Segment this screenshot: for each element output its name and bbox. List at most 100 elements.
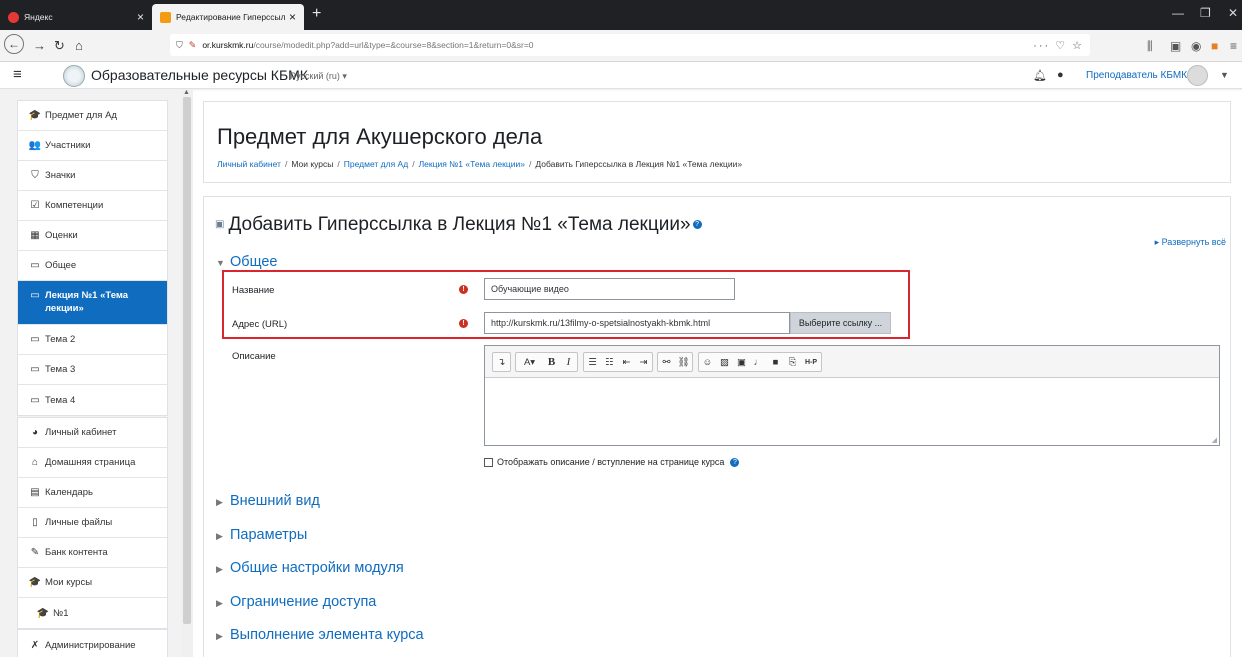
show-description-label: Отображать описание / вступление на стра…: [497, 457, 725, 467]
sidebar-item-topic-4[interactable]: ▭ Тема 4: [18, 385, 167, 415]
bold-icon[interactable]: B: [543, 353, 560, 371]
extension-icon[interactable]: ◉: [1191, 39, 1201, 53]
sidebar-scrollbar-thumb[interactable]: [183, 97, 191, 624]
scroll-up-arrow-icon[interactable]: ▲: [183, 89, 190, 96]
sidebar-item-participants[interactable]: 👥 Участники: [18, 131, 167, 161]
outdent-icon[interactable]: ⇤: [618, 353, 635, 371]
sidebar-item-topic-3[interactable]: ▭ Тема 3: [18, 355, 167, 385]
minimize-icon[interactable]: —: [1172, 6, 1184, 20]
restore-icon[interactable]: ❐: [1200, 6, 1211, 20]
description-editor[interactable]: ↴ A▾ B I ☰ ☷ ⇤ ⇥ ⚯ ⛓ ☺ ▨ ▣ ♩ ■ ⎘ H-P ◢: [484, 345, 1220, 446]
section-restrict-access-header[interactable]: ▶ Ограничение доступа: [216, 594, 376, 610]
sidebar-item-label: Мои курсы: [45, 577, 93, 588]
page-actions-icon[interactable]: ··· ♡ ☆: [1033, 39, 1084, 52]
sidebar-item-administration[interactable]: ✗ Администрирование: [18, 630, 167, 657]
library-icon[interactable]: ⫼: [1147, 39, 1153, 54]
section-title: Ограничение доступа: [230, 594, 377, 610]
ordered-list-icon[interactable]: ☷: [601, 353, 618, 371]
sidebar-item-label: Участники: [45, 140, 91, 151]
italic-icon[interactable]: I: [560, 353, 577, 371]
sidebar-toggle-icon[interactable]: ▣: [1170, 39, 1181, 53]
reload-icon[interactable]: ↻: [54, 38, 65, 54]
admin-nav-group: ✗ Администрирование: [17, 629, 168, 657]
sidebar-item-badges[interactable]: ⛉ Значки: [18, 161, 167, 191]
section-parameters-header[interactable]: ▶ Параметры: [216, 527, 307, 543]
emoticon-icon[interactable]: ☺: [699, 353, 716, 371]
section-appearance-header[interactable]: ▶ Внешний вид: [216, 493, 320, 509]
sidebar-item-label: Тема 3: [45, 364, 76, 375]
section-general-header[interactable]: ▼ Общее: [216, 254, 277, 270]
sidebar-item-label: Предмет для Ад: [45, 110, 117, 121]
address-bar[interactable]: ⛉ ✎ or.kurskmk.ru /course/modedit.php?ad…: [170, 34, 1090, 56]
sidebar-item-course-1[interactable]: 🎓 №1: [18, 598, 167, 628]
sidebar-item-home[interactable]: ⌂ Домашняя страница: [18, 448, 167, 478]
site-logo[interactable]: [63, 65, 85, 87]
sidebar-item-dashboard[interactable]: ◕ Личный кабинет: [18, 418, 167, 448]
notification-bell-icon[interactable]: 🔔︎: [1033, 69, 1047, 82]
browser-tab-yandex[interactable]: Яндекс ×: [0, 4, 152, 30]
section-common-settings-header[interactable]: ▶ Общие настройки модуля: [216, 560, 404, 576]
page-title: Предмет для Акушерского дела: [217, 124, 543, 149]
h5p-icon[interactable]: H-P: [801, 353, 821, 371]
sidebar-item-topic-2[interactable]: ▭ Тема 2: [18, 325, 167, 355]
show-description-checkbox[interactable]: [484, 457, 493, 467]
sidebar-item-course[interactable]: 🎓 Предмет для Ад: [18, 101, 167, 131]
user-menu-caret-icon[interactable]: ▼: [1220, 70, 1229, 80]
record-video-icon[interactable]: ■: [767, 353, 784, 371]
close-tab-icon[interactable]: ×: [289, 10, 296, 24]
editor-toolbar: ↴ A▾ B I ☰ ☷ ⇤ ⇥ ⚯ ⛓ ☺ ▨ ▣ ♩ ■ ⎘ H-P: [485, 346, 1219, 378]
sidebar-item-label: Лекция №1 «Тема лекции»: [45, 290, 129, 314]
toolbar-group-links: ⚯ ⛓: [657, 352, 693, 372]
breadcrumb-section[interactable]: Лекция №1 «Тема лекции»: [419, 159, 525, 169]
bookmark-flag-icon[interactable]: ■: [1211, 39, 1218, 53]
choose-link-button[interactable]: Выберите ссылку ...: [790, 312, 891, 334]
sidebar-item-lecture-1[interactable]: ▭ Лекция №1 «Тема лекции»: [18, 281, 167, 325]
home-icon[interactable]: ⌂: [75, 38, 83, 53]
table-icon: ▦: [30, 230, 40, 241]
close-window-icon[interactable]: ✕: [1228, 6, 1238, 20]
section-activity-completion-header[interactable]: ▶ Выполнение элемента курса: [216, 627, 424, 643]
show-description-row: Отображать описание / вступление на стра…: [484, 457, 740, 467]
forward-icon[interactable]: →: [33, 38, 46, 53]
collapse-toolbar-icon[interactable]: ↴: [493, 353, 510, 371]
sidebar-item-grades[interactable]: ▦ Оценки: [18, 221, 167, 251]
hamburger-menu-icon[interactable]: ≡: [13, 66, 33, 84]
indent-icon[interactable]: ⇥: [635, 353, 652, 371]
graduation-cap-icon: 🎓: [28, 577, 42, 588]
sidebar-item-general[interactable]: ▭ Общее: [18, 251, 167, 281]
resize-handle-icon[interactable]: ◢: [1212, 436, 1217, 444]
avatar[interactable]: [1187, 65, 1208, 86]
name-label: Название: [232, 285, 275, 296]
back-icon[interactable]: ←: [4, 34, 24, 54]
new-tab-icon[interactable]: +: [312, 5, 321, 23]
name-input[interactable]: Обучающие видео: [484, 278, 735, 300]
breadcrumb-course[interactable]: Предмет для Ад: [344, 159, 408, 169]
sidebar-item-private-files[interactable]: ▯ Личные файлы: [18, 508, 167, 538]
unordered-list-icon[interactable]: ☰: [584, 353, 601, 371]
sidebar-item-competencies[interactable]: ☑ Компетенции: [18, 191, 167, 221]
expand-all-link[interactable]: ▸ Развернуть всё: [1155, 237, 1226, 248]
breadcrumb-dashboard[interactable]: Личный кабинет: [217, 159, 281, 169]
manage-files-icon[interactable]: ⎘: [784, 353, 801, 371]
sidebar-item-my-courses[interactable]: 🎓 Мои курсы: [18, 568, 167, 598]
image-icon[interactable]: ▨: [716, 353, 733, 371]
browser-tab-edit-link[interactable]: Редактирование Гиперссылка ×: [152, 4, 304, 30]
help-icon[interactable]: ?: [730, 457, 740, 467]
sidebar-item-calendar[interactable]: ▤ Календарь: [18, 478, 167, 508]
sidebar-item-content-bank[interactable]: ✎ Банк контента: [18, 538, 167, 568]
site-name[interactable]: Образовательные ресурсы КБМК: [91, 67, 308, 83]
unlink-icon[interactable]: ⛓: [675, 353, 692, 371]
messages-icon[interactable]: ●: [1057, 69, 1064, 81]
link-icon[interactable]: ⚯: [658, 353, 675, 371]
url-input[interactable]: http://kurskmk.ru/13filmy-o-spetsialnost…: [484, 312, 790, 334]
paragraph-styles-icon[interactable]: A▾: [516, 353, 543, 371]
media-icon[interactable]: ▣: [733, 353, 750, 371]
user-name[interactable]: Преподаватель КБМК: [1086, 70, 1187, 81]
language-selector[interactable]: Русский (ru) ▾: [290, 71, 347, 82]
help-icon[interactable]: ?: [692, 220, 702, 230]
menu-icon[interactable]: ≡: [1230, 39, 1237, 53]
close-tab-icon[interactable]: ×: [137, 10, 144, 24]
toolbar-group-media: ☺ ▨ ▣ ♩ ■ ⎘ H-P: [698, 352, 822, 372]
record-audio-icon[interactable]: ♩: [750, 353, 767, 371]
wrench-icon: ✗: [30, 639, 40, 651]
